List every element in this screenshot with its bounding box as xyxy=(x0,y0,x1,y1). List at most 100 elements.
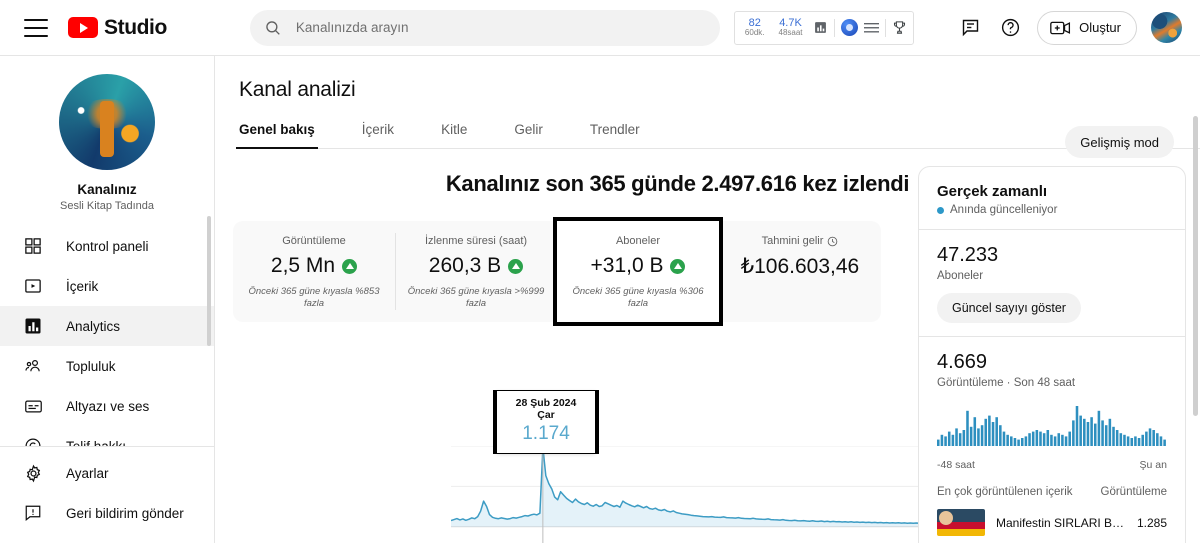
tab-bar: Genel bakış İçerik Kitle Gelir Trendler xyxy=(236,122,1200,149)
tab-audience[interactable]: Kitle xyxy=(441,122,467,148)
sidebar-item-label: Kontrol paneli xyxy=(66,238,149,254)
dashboard-icon xyxy=(22,235,44,257)
sparkline-labels: -48 saat Şu an xyxy=(937,459,1167,471)
realtime-title: Gerçek zamanlı xyxy=(937,183,1048,200)
stat-48h[interactable]: 4.7K 48saat xyxy=(775,17,807,38)
metric-card-views[interactable]: Görüntüleme 2,5 Mn Önceki 365 güne kıyas… xyxy=(233,221,395,322)
sidebar-item-content[interactable]: İçerik xyxy=(0,266,214,306)
sidebar-item-send-feedback[interactable]: Geri bildirim gönder xyxy=(0,493,214,533)
metric-label-text: Tahmini gelir xyxy=(761,235,824,247)
metric-value-row: 260,3 B xyxy=(403,254,549,278)
sparkline-right-label: Şu an xyxy=(1139,459,1167,471)
chart-tooltip: 28 Şub 2024 Çar 1.174 xyxy=(493,390,599,454)
metric-delta: Önceki 365 güne kıyasla %853 fazla xyxy=(248,286,380,309)
realtime-subscribers-label: Aboneler xyxy=(937,270,984,282)
metric-label: Tahmini gelir xyxy=(727,235,873,247)
metric-card-watchtime[interactable]: İzlenme süresi (saat) 260,3 B Önceki 365… xyxy=(395,221,557,322)
divider xyxy=(919,229,1185,230)
avatar[interactable] xyxy=(1151,12,1182,43)
sidebar-item-community[interactable]: Topluluk xyxy=(0,346,214,386)
realtime-subscribers-value: 47.233 xyxy=(937,244,999,266)
advanced-mode-button[interactable]: Gelişmiş mod xyxy=(1065,126,1174,158)
body: Kanalınız Sesli Kitap Tadında Kontrol pa… xyxy=(0,56,1200,543)
sidebar-scrollbar[interactable] xyxy=(207,216,211,466)
subtitles-icon xyxy=(22,395,44,417)
video-plus-icon xyxy=(1050,21,1071,34)
gear-icon xyxy=(22,462,44,484)
metric-label: İzlenme süresi (saat) xyxy=(424,235,528,247)
show-current-count-button[interactable]: Güncel sayıyı göster xyxy=(937,293,1081,323)
search-input[interactable] xyxy=(295,20,706,35)
tab-content[interactable]: İçerik xyxy=(362,122,394,148)
list-item[interactable]: Manifestin SIRLARI Bir ... 1.285 xyxy=(937,509,1167,536)
metric-card-subscribers[interactable]: Aboneler +31,0 B Önceki 365 güne kıyasla… xyxy=(553,217,723,326)
sidebar-item-label: Geri bildirim gönder xyxy=(66,505,184,521)
tab-trends[interactable]: Trendler xyxy=(590,122,640,148)
sparkline-left-label: -48 saat xyxy=(937,459,975,471)
sidebar-item-dashboard[interactable]: Kontrol paneli xyxy=(0,226,214,266)
bar-chart-icon[interactable] xyxy=(813,20,828,35)
trophy-icon[interactable] xyxy=(892,20,907,35)
sidebar-item-subtitles[interactable]: Altyazı ve ses xyxy=(0,386,214,426)
trend-up-icon xyxy=(670,258,686,274)
sidebar-item-analytics[interactable]: Analytics xyxy=(0,306,214,346)
stat-48h-label: 48saat xyxy=(778,28,803,38)
top-content-header: En çok görüntülenen içerik Görüntüleme xyxy=(937,486,1167,498)
metric-label: Aboneler xyxy=(615,235,661,247)
tab-overview[interactable]: Genel bakış xyxy=(236,122,318,149)
metric-card-revenue[interactable]: Tahmini gelir ₺106.603,46 xyxy=(719,221,881,322)
top-right-actions: Oluştur xyxy=(957,10,1182,45)
youtube-play-icon xyxy=(68,17,98,38)
sidebar-bottom: Ayarlar Geri bildirim gönder xyxy=(0,446,214,543)
sidebar-item-label: Analytics xyxy=(66,318,121,334)
search-icon xyxy=(266,20,280,35)
analytics-icon xyxy=(22,315,44,337)
metric-value: 2,5 Mn xyxy=(270,254,336,277)
divider xyxy=(884,18,886,37)
studio-logo-text: Studio xyxy=(104,15,167,39)
sidebar-scrollbar-thumb[interactable] xyxy=(207,216,211,346)
content-icon xyxy=(22,275,44,297)
trend-up-icon xyxy=(508,258,524,274)
realtime-live-label: Anında güncelleniyor xyxy=(950,204,1058,216)
page-title: Kanal analizi xyxy=(239,78,356,101)
metric-value: 260,3 B xyxy=(428,254,502,277)
sidebar-item-settings[interactable]: Ayarlar xyxy=(0,453,214,493)
hamburger-icon[interactable] xyxy=(24,18,48,37)
metric-value: ₺106.603,46 xyxy=(740,255,860,278)
realtime-views-value: 4.669 xyxy=(937,351,988,373)
metric-delta: Önceki 365 güne kıyasla >%999 fazla xyxy=(407,286,545,309)
main-content: Kanal analizi Genel bakış İçerik Kitle G… xyxy=(215,56,1200,543)
sidebar-item-label: Altyazı ve ses xyxy=(66,398,150,414)
main-scrollbar[interactable] xyxy=(1193,116,1198,536)
channel-avatar[interactable] xyxy=(59,74,155,170)
quick-stats-box: 82 60dk. 4.7K 48saat xyxy=(733,10,914,45)
community-icon xyxy=(22,355,44,377)
metric-value: +31,0 B xyxy=(590,254,664,277)
profile-mini-avatar[interactable] xyxy=(840,19,858,36)
stat-60min[interactable]: 82 60dk. xyxy=(741,17,769,38)
trend-up-icon xyxy=(342,258,358,274)
list-item-title: Manifestin SIRLARI Bir ... xyxy=(996,515,1126,530)
chart-tooltip-inner: 28 Şub 2024 Çar 1.174 xyxy=(497,391,595,453)
metric-delta: Önceki 365 güne kıyasla %306 fazla xyxy=(572,286,704,309)
feedback-comment-icon[interactable] xyxy=(957,15,983,41)
tooltip-date: 28 Şub 2024 Çar xyxy=(515,397,577,421)
clock-icon xyxy=(828,236,838,246)
main-scrollbar-thumb[interactable] xyxy=(1193,116,1198,416)
help-icon[interactable] xyxy=(997,15,1023,41)
create-button[interactable]: Oluştur xyxy=(1037,10,1137,45)
realtime-views-label: Görüntüleme · Son 48 saat xyxy=(937,377,1076,389)
studio-logo[interactable]: Studio xyxy=(68,16,167,40)
search-bar[interactable] xyxy=(249,9,720,46)
top-bar: Studio 82 60dk. 4.7K 48saat xyxy=(0,0,1200,56)
feedback-icon xyxy=(22,502,44,524)
sidebar: Kanalınız Sesli Kitap Tadında Kontrol pa… xyxy=(0,56,215,543)
live-dot-icon xyxy=(937,206,944,214)
create-button-label: Oluştur xyxy=(1079,20,1121,35)
list-icon[interactable] xyxy=(863,20,879,35)
tab-revenue[interactable]: Gelir xyxy=(514,122,543,148)
metric-cards: Görüntüleme 2,5 Mn Önceki 365 güne kıyas… xyxy=(233,217,881,326)
metric-label: Görüntüleme xyxy=(282,235,346,247)
video-thumbnail xyxy=(937,509,985,536)
